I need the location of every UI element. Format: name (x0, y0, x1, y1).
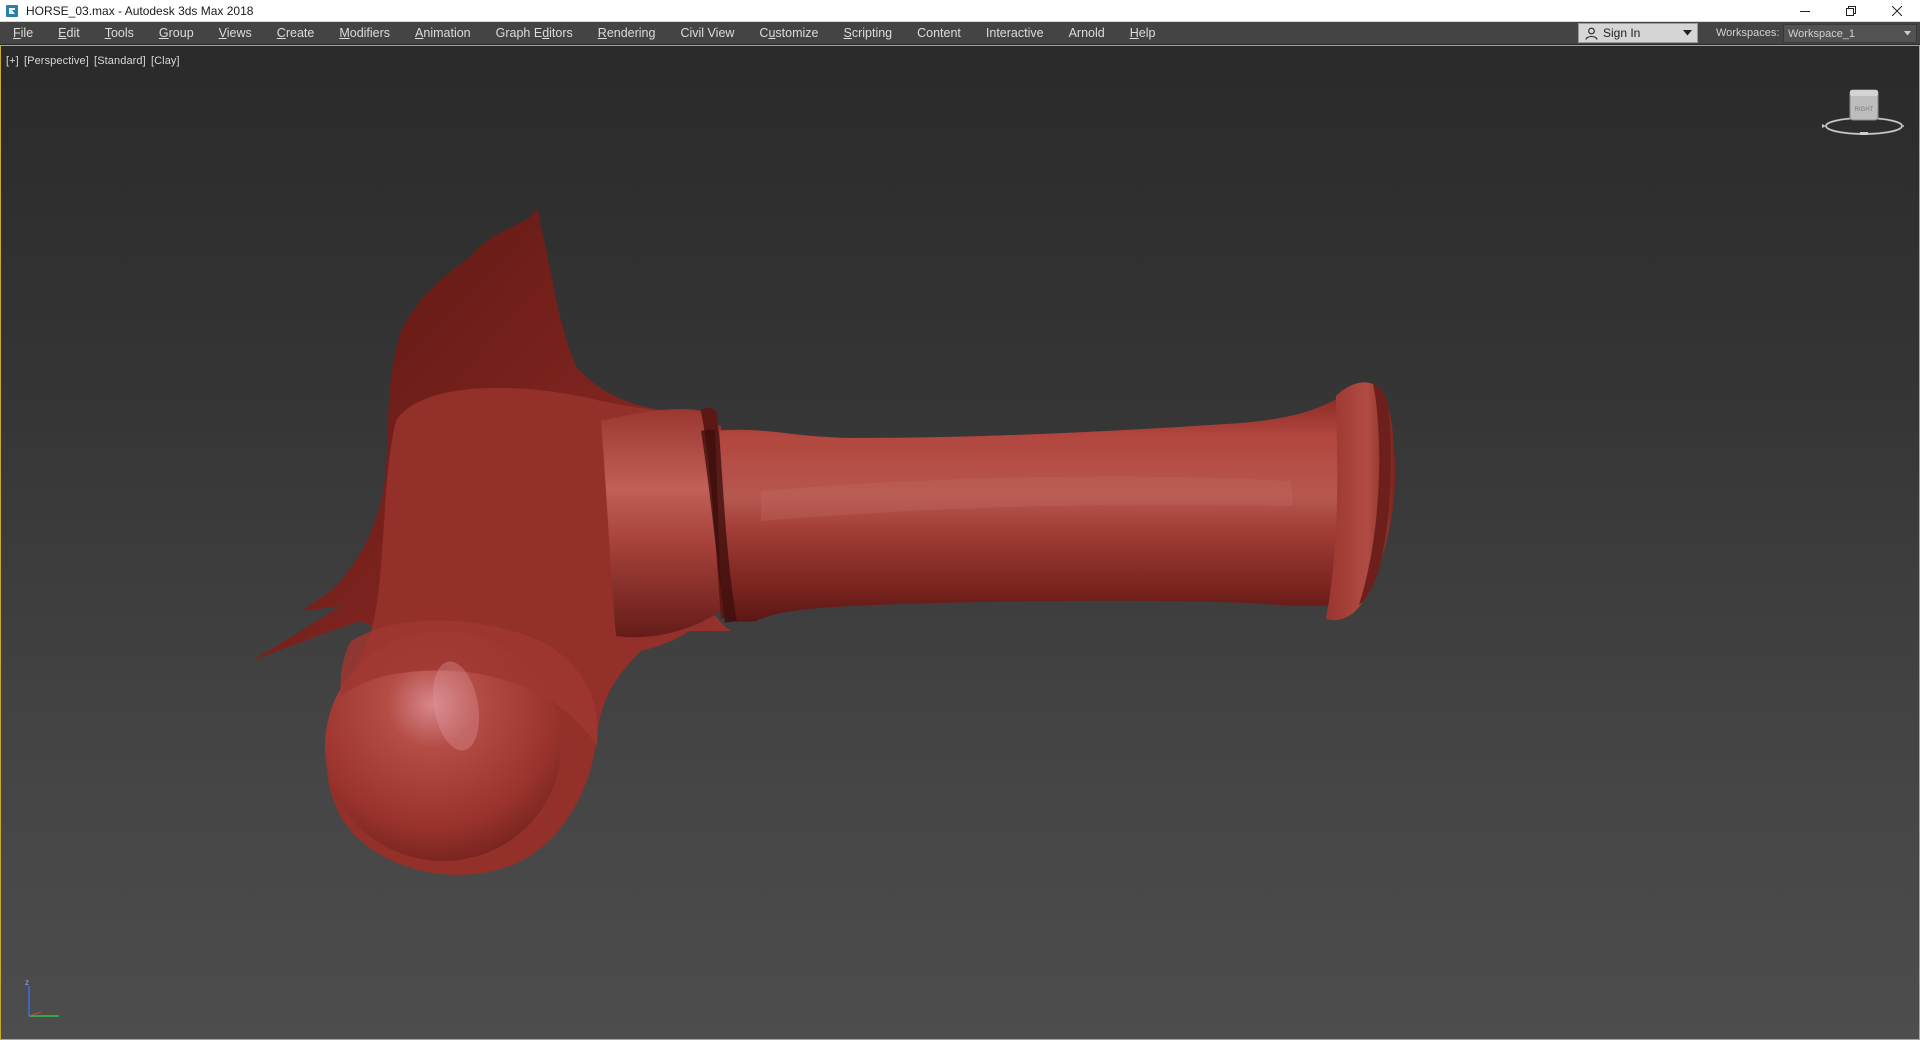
menu-label-part: ile (20, 25, 34, 40)
menu-label-mnemonic: E (58, 25, 67, 40)
minimize-button[interactable] (1782, 0, 1828, 22)
menu-label-part: ools (110, 25, 134, 40)
menu-edit[interactable]: Edit (50, 22, 88, 45)
menu-label-mnemonic: S (843, 25, 852, 40)
menu-label-part: nimation (423, 25, 471, 40)
menu-items: File Edit Tools Group Views Create Modifiers An… (0, 22, 1172, 45)
menu-label-part: Civil View (680, 25, 735, 40)
user-icon (1585, 27, 1598, 40)
menu-label-mnemonic: V (218, 25, 227, 40)
window-controls (1782, 0, 1920, 22)
menu-interactive[interactable]: Interactive (978, 22, 1052, 45)
close-icon (1892, 6, 1902, 16)
menu-arnold[interactable]: Arnold (1061, 22, 1113, 45)
workspaces-value: Workspace_1 (1788, 27, 1856, 40)
menu-label-part: reate (285, 25, 315, 40)
menu-animation[interactable]: Animation (407, 22, 479, 45)
workspaces-label: Workspaces: (1716, 27, 1780, 39)
menu-civil-view[interactable]: Civil View (672, 22, 742, 45)
menu-label-mnemonic: H (1129, 25, 1139, 40)
menu-label-part: stomize (775, 25, 819, 40)
menu-help[interactable]: Help (1122, 22, 1164, 45)
menu-label-part: roup (168, 25, 194, 40)
menu-label-part: Arnold (1068, 25, 1105, 40)
menu-modifiers[interactable]: Modifiers (331, 22, 398, 45)
title-bar[interactable]: HORSE_03.max - Autodesk 3ds Max 2018 (0, 0, 1920, 22)
menu-label-part: dit (66, 25, 80, 40)
axis-z-label: z (25, 978, 29, 987)
perspective-viewport[interactable]: [+] [Perspective] [Standard] [Clay] RIGH… (0, 45, 1920, 1040)
sign-in-dropdown[interactable]: Sign In (1578, 23, 1698, 43)
menu-label-mnemonic: G (158, 25, 169, 40)
minimize-icon (1800, 11, 1810, 12)
menu-rendering[interactable]: Rendering (590, 22, 664, 45)
menu-create[interactable]: Create (269, 22, 323, 45)
workspaces-select[interactable]: Workspace_1 (1783, 24, 1917, 43)
menu-scripting[interactable]: Scripting (835, 22, 900, 45)
menu-group[interactable]: Group (151, 22, 202, 45)
axis-tripod: z (19, 976, 69, 1026)
chevron-down-icon (1683, 30, 1692, 36)
3dsmax-app-icon[interactable] (5, 4, 19, 18)
menu-label-mnemonic: C (276, 25, 286, 40)
menu-label-part: iews (226, 25, 252, 40)
viewcube-navigator[interactable]: RIGHT (1822, 84, 1906, 144)
menu-label-part: itors (549, 25, 573, 40)
restore-button[interactable] (1828, 0, 1874, 22)
menu-tools[interactable]: Tools (97, 22, 142, 45)
viewcube-face-label: RIGHT (1855, 107, 1874, 113)
app-window: HORSE_03.max - Autodesk 3ds Max 2018 Fil… (0, 0, 1920, 1040)
menu-label-part: Interactive (985, 25, 1044, 40)
sign-in-label: Sign In (1603, 26, 1641, 40)
menu-graph-editors[interactable]: Graph Editors (488, 22, 581, 45)
menu-label-part: endering (606, 25, 656, 40)
close-button[interactable] (1874, 0, 1920, 22)
menu-file[interactable]: File (5, 22, 41, 45)
menu-label-mnemonic: F (13, 25, 21, 40)
menu-label-part: cripting (851, 25, 893, 40)
restore-icon (1846, 6, 1856, 16)
menu-customize[interactable]: Customize (751, 22, 826, 45)
horse-bone-model[interactable] (1, 46, 1919, 1039)
menu-label-mnemonic: M (339, 25, 350, 40)
chevron-down-icon (1904, 31, 1911, 36)
menu-label-part: Content (917, 25, 961, 40)
menu-label-mnemonic: R (597, 25, 607, 40)
window-title: HORSE_03.max - Autodesk 3ds Max 2018 (26, 3, 254, 18)
menu-views[interactable]: Views (211, 22, 260, 45)
menu-label-part: Graph E (495, 25, 543, 40)
menu-label-part: elp (1138, 25, 1156, 40)
menu-content[interactable]: Content (909, 22, 969, 45)
menu-label-part: odifiers (349, 25, 391, 40)
